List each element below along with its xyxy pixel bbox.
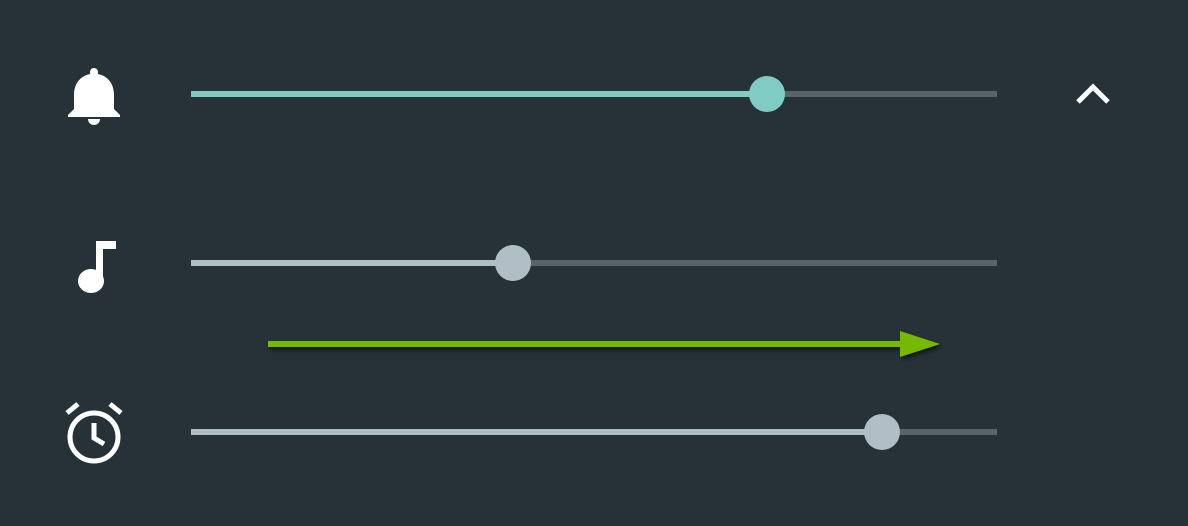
ringer-volume-row bbox=[0, 54, 1188, 134]
volume-panel bbox=[0, 0, 1188, 526]
media-volume-slider[interactable] bbox=[191, 245, 997, 281]
alarm-volume-fill bbox=[191, 429, 882, 435]
alarm-clock-icon bbox=[60, 398, 128, 466]
alarm-volume-thumb[interactable] bbox=[864, 414, 900, 450]
ringer-volume-slider[interactable] bbox=[191, 76, 997, 112]
alarm-volume-row bbox=[0, 392, 1188, 472]
music-note-icon bbox=[60, 229, 128, 297]
ringer-volume-thumb[interactable] bbox=[749, 76, 785, 112]
media-volume-row bbox=[0, 223, 1188, 303]
media-volume-thumb[interactable] bbox=[495, 245, 531, 281]
chevron-up-icon bbox=[1076, 83, 1110, 104]
right-arrow-icon bbox=[264, 326, 948, 362]
media-volume-fill bbox=[191, 260, 513, 266]
expand-button[interactable] bbox=[1062, 63, 1124, 125]
bell-icon bbox=[60, 60, 128, 128]
alarm-volume-slider[interactable] bbox=[191, 414, 997, 450]
ringer-volume-fill bbox=[191, 91, 767, 97]
